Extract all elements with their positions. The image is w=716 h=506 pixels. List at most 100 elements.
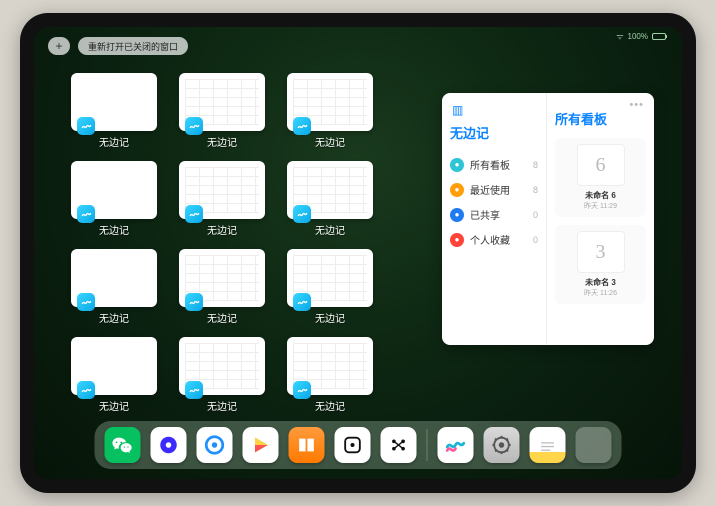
board-card[interactable]: 3 未命名 3 昨天 11:26: [555, 225, 646, 304]
app-preview-panel[interactable]: ••• ▥ 无边记 ● 所有看板 8● 最近使用 8● 已共享 0● 个人收藏 …: [442, 93, 654, 345]
freeform-app-icon: [77, 205, 95, 223]
window-card: [287, 249, 373, 307]
panel-sidebar: ▥ 无边记 ● 所有看板 8● 最近使用 8● 已共享 0● 个人收藏 0: [442, 93, 546, 345]
window-label: 无边记: [207, 134, 237, 149]
wifi-icon: ᯤ: [616, 31, 623, 42]
screen: ᯤ 100% + 重新打开已关闭的窗口 无边记 无边记 无边记: [34, 27, 682, 479]
window-label: 无边记: [99, 222, 129, 237]
dock-app-quark[interactable]: [151, 427, 187, 463]
window-card: [179, 249, 265, 307]
sidebar-item-count: 8: [533, 185, 538, 195]
board-name: 未命名 3: [585, 277, 616, 288]
freeform-app-icon: [77, 117, 95, 135]
window-card: [71, 249, 157, 307]
dock-app-books[interactable]: [289, 427, 325, 463]
window-thumb[interactable]: 无边记: [70, 249, 158, 327]
panel-left-title: 无边记: [450, 123, 538, 142]
dock-app-library[interactable]: [576, 427, 612, 463]
window-card: [71, 73, 157, 131]
window-thumb[interactable]: 无边记: [70, 337, 158, 415]
dock-app-freeform[interactable]: [438, 427, 474, 463]
window-card: [179, 73, 265, 131]
dock-separator: [427, 429, 428, 461]
window-thumb[interactable]: 无边记: [286, 73, 374, 151]
status-bar: ᯤ 100%: [616, 31, 666, 42]
freeform-app-icon: [293, 293, 311, 311]
sidebar-item-count: 0: [533, 235, 538, 245]
dock-app-qqbrowser[interactable]: [197, 427, 233, 463]
sidebar-item[interactable]: ● 所有看板 8: [450, 152, 538, 177]
sidebar-item[interactable]: ● 个人收藏 0: [450, 227, 538, 252]
window-expose-grid: 无边记 无边记 无边记 无边记 无边记 无边记: [70, 73, 374, 415]
sidebar-toggle-icon[interactable]: ▥: [452, 103, 538, 117]
window-card: [71, 161, 157, 219]
board-subtitle: 昨天 11:29: [584, 201, 617, 211]
dock-app-settings[interactable]: [484, 427, 520, 463]
dock-app-dice[interactable]: [335, 427, 371, 463]
new-window-button[interactable]: +: [48, 37, 70, 55]
freeform-app-icon: [77, 293, 95, 311]
freeform-app-icon: [185, 293, 203, 311]
sidebar-item-icon: ●: [450, 183, 464, 197]
window-thumb[interactable]: 无边记: [286, 249, 374, 327]
sidebar-item-label: 已共享: [470, 207, 500, 222]
freeform-app-icon: [185, 205, 203, 223]
freeform-app-icon: [293, 117, 311, 135]
window-label: 无边记: [207, 222, 237, 237]
window-thumb[interactable]: 无边记: [286, 337, 374, 415]
window-label: 无边记: [315, 222, 345, 237]
topbar: + 重新打开已关闭的窗口: [48, 37, 188, 55]
window-thumb[interactable]: 无边记: [178, 337, 266, 415]
dock-app-misc[interactable]: [381, 427, 417, 463]
board-card[interactable]: 6 未命名 6 昨天 11:29: [555, 138, 646, 217]
dock-app-wechat[interactable]: [105, 427, 141, 463]
window-card: [287, 161, 373, 219]
battery-icon: [652, 33, 666, 40]
freeform-app-icon: [77, 381, 95, 399]
window-card: [179, 337, 265, 395]
sidebar-item[interactable]: ● 最近使用 8: [450, 177, 538, 202]
window-label: 无边记: [99, 310, 129, 325]
window-label: 无边记: [315, 134, 345, 149]
board-name: 未命名 6: [585, 190, 616, 201]
freeform-app-icon: [293, 381, 311, 399]
sidebar-item-count: 8: [533, 160, 538, 170]
sidebar-item-icon: ●: [450, 158, 464, 172]
board-thumbnail: 6: [577, 144, 625, 186]
window-thumb[interactable]: 无边记: [70, 73, 158, 151]
board-subtitle: 昨天 11:26: [584, 288, 617, 298]
window-card: [179, 161, 265, 219]
panel-content: 所有看板 6 未命名 6 昨天 11:29 3 未命名 3 昨天 11:26: [546, 93, 654, 345]
sidebar-item-label: 个人收藏: [470, 232, 510, 247]
window-thumb[interactable]: 无边记: [70, 161, 158, 239]
window-label: 无边记: [207, 398, 237, 413]
window-thumb[interactable]: 无边记: [286, 161, 374, 239]
window-thumb[interactable]: 无边记: [178, 73, 266, 151]
window-label: 无边记: [315, 310, 345, 325]
panel-right-title: 所有看板: [555, 109, 646, 128]
window-label: 无边记: [99, 134, 129, 149]
freeform-app-icon: [185, 117, 203, 135]
ellipsis-icon[interactable]: •••: [629, 99, 644, 111]
ipad-frame: ᯤ 100% + 重新打开已关闭的窗口 无边记 无边记 无边记: [20, 13, 696, 493]
sidebar-item-icon: ●: [450, 233, 464, 247]
window-card: [71, 337, 157, 395]
dock: [95, 421, 622, 469]
board-thumbnail: 3: [577, 231, 625, 273]
window-card: [287, 337, 373, 395]
dock-app-play[interactable]: [243, 427, 279, 463]
sidebar-item-label: 最近使用: [470, 182, 510, 197]
battery-text: 100%: [628, 32, 648, 41]
dock-app-notes[interactable]: [530, 427, 566, 463]
sidebar-item-icon: ●: [450, 208, 464, 222]
reopen-closed-window-button[interactable]: 重新打开已关闭的窗口: [78, 37, 188, 55]
sidebar-item[interactable]: ● 已共享 0: [450, 202, 538, 227]
freeform-app-icon: [185, 381, 203, 399]
sidebar-item-count: 0: [533, 210, 538, 220]
window-thumb[interactable]: 无边记: [178, 161, 266, 239]
window-card: [287, 73, 373, 131]
window-label: 无边记: [99, 398, 129, 413]
window-thumb[interactable]: 无边记: [178, 249, 266, 327]
sidebar-item-label: 所有看板: [470, 157, 510, 172]
window-label: 无边记: [315, 398, 345, 413]
